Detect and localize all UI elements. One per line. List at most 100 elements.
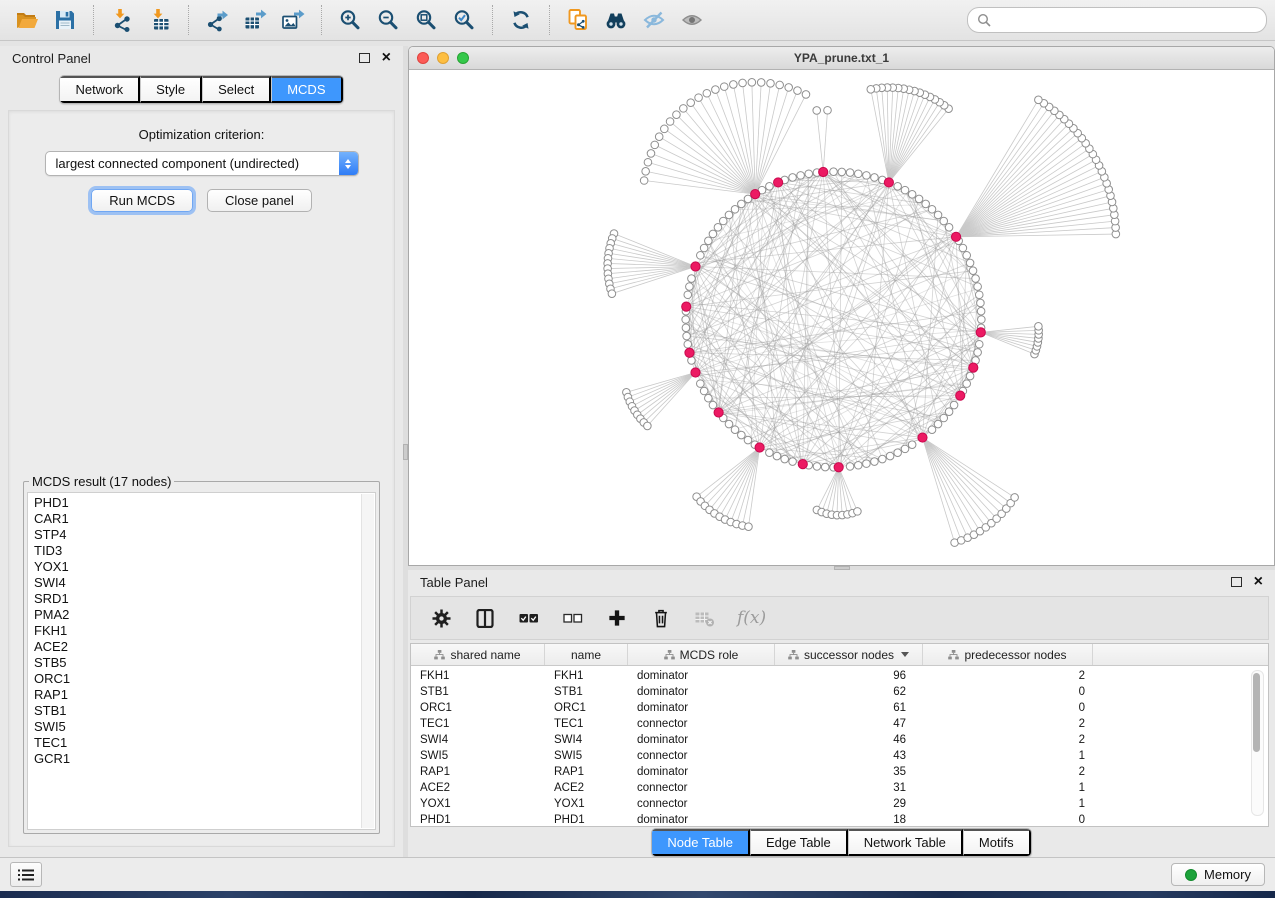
table-row[interactable]: ORC1ORC1dominator610 <box>411 700 1268 716</box>
network-node[interactable] <box>739 79 747 87</box>
result-item[interactable]: CAR1 <box>34 511 359 527</box>
close-window-icon[interactable] <box>417 52 429 64</box>
network-node[interactable] <box>805 170 813 178</box>
network-node[interactable] <box>705 237 713 245</box>
table-cell[interactable]: 2 <box>923 718 1093 730</box>
table-cell[interactable]: 43 <box>775 750 923 762</box>
network-node[interactable] <box>838 168 846 176</box>
table-cell[interactable]: 62 <box>775 686 923 698</box>
result-item[interactable]: TEC1 <box>34 735 359 751</box>
network-node[interactable] <box>928 205 936 213</box>
table-cell[interactable]: connector <box>628 798 775 810</box>
network-node[interactable] <box>879 455 887 463</box>
table-cell[interactable]: dominator <box>628 814 775 826</box>
network-node[interactable] <box>644 422 652 430</box>
import-network-button[interactable] <box>103 4 141 36</box>
table-splitter-handle[interactable] <box>834 566 850 570</box>
network-hub-node[interactable] <box>819 167 828 176</box>
table-cell[interactable]: connector <box>628 718 775 730</box>
network-node[interactable] <box>655 133 663 141</box>
network-node[interactable] <box>978 316 986 324</box>
network-node[interactable] <box>1011 494 1019 502</box>
result-item[interactable]: PMA2 <box>34 607 359 623</box>
network-node[interactable] <box>966 372 974 380</box>
table-row[interactable]: YOX1YOX1connector291 <box>411 796 1268 812</box>
first-neighbors-button[interactable] <box>597 4 635 36</box>
network-node[interactable] <box>789 458 797 466</box>
network-node[interactable] <box>794 87 802 95</box>
network-node[interactable] <box>974 283 982 291</box>
table-settings-button[interactable] <box>429 606 453 630</box>
network-node[interactable] <box>738 200 746 208</box>
network-node[interactable] <box>766 449 774 457</box>
select-all-rows-button[interactable] <box>517 606 541 630</box>
table-cell[interactable]: SWI4 <box>411 734 545 746</box>
show-column-button[interactable] <box>473 606 497 630</box>
network-hub-node[interactable] <box>691 368 700 377</box>
network-node[interactable] <box>966 259 974 267</box>
network-node[interactable] <box>686 283 694 291</box>
delete-row-button[interactable] <box>649 606 673 630</box>
network-node[interactable] <box>714 224 722 232</box>
table-cell[interactable]: ACE2 <box>411 782 545 794</box>
network-node[interactable] <box>666 118 674 126</box>
column-header-predecessor-nodes[interactable]: predecessor nodes <box>923 644 1093 665</box>
network-node[interactable] <box>705 394 713 402</box>
network-node[interactable] <box>963 380 971 388</box>
table-cell[interactable]: ORC1 <box>411 702 545 714</box>
network-node[interactable] <box>934 420 942 428</box>
network-node[interactable] <box>901 445 909 453</box>
tab-style[interactable]: Style <box>140 76 202 103</box>
zoom-selected-button[interactable] <box>445 4 483 36</box>
network-node[interactable] <box>712 86 720 94</box>
table-cell[interactable]: dominator <box>628 686 775 698</box>
network-node[interactable] <box>725 211 733 219</box>
network-node[interactable] <box>813 463 821 471</box>
network-node[interactable] <box>854 508 862 516</box>
column-header-successor-nodes[interactable]: successor nodes <box>775 644 923 665</box>
network-node[interactable] <box>846 463 854 471</box>
network-node[interactable] <box>959 244 967 252</box>
open-file-button[interactable] <box>8 4 46 36</box>
network-node[interactable] <box>977 299 985 307</box>
network-node[interactable] <box>972 275 980 283</box>
table-cell[interactable]: FKH1 <box>411 670 545 682</box>
network-node[interactable] <box>975 291 983 299</box>
result-item[interactable]: RAP1 <box>34 687 359 703</box>
network-hub-node[interactable] <box>751 190 760 199</box>
table-cell[interactable]: 2 <box>923 670 1093 682</box>
network-node[interactable] <box>863 172 871 180</box>
panel-splitter[interactable] <box>403 46 408 857</box>
table-cell[interactable]: 18 <box>775 814 923 826</box>
export-image-button[interactable] <box>274 4 312 36</box>
criterion-dropdown[interactable]: largest connected component (undirected) <box>45 151 359 176</box>
table-cell[interactable]: 96 <box>775 670 923 682</box>
result-item[interactable]: ORC1 <box>34 671 359 687</box>
network-node[interactable] <box>684 340 692 348</box>
table-cell[interactable]: connector <box>628 750 775 762</box>
network-node[interactable] <box>731 426 739 434</box>
result-item[interactable]: YOX1 <box>34 559 359 575</box>
table-row[interactable]: STB1STB1dominator620 <box>411 684 1268 700</box>
network-node[interactable] <box>901 186 909 194</box>
network-node[interactable] <box>945 408 953 416</box>
network-node[interactable] <box>720 83 728 91</box>
result-item[interactable]: SWI4 <box>34 575 359 591</box>
network-node[interactable] <box>871 458 879 466</box>
network-node[interactable] <box>640 177 648 185</box>
table-cell[interactable]: YOX1 <box>545 798 628 810</box>
network-hub-node[interactable] <box>918 433 927 442</box>
table-cell[interactable]: dominator <box>628 670 775 682</box>
table-row[interactable]: SWI4SWI4dominator462 <box>411 732 1268 748</box>
network-node[interactable] <box>922 200 930 208</box>
network-node[interactable] <box>608 290 616 298</box>
delete-table-button[interactable] <box>693 606 717 630</box>
network-node[interactable] <box>748 79 756 87</box>
network-node[interactable] <box>680 105 688 113</box>
network-node[interactable] <box>781 455 789 463</box>
network-node[interactable] <box>697 252 705 260</box>
mcds-result-list[interactable]: PHD1CAR1STP4TID3YOX1SWI4SRD1PMA2FKH1ACE2… <box>27 492 376 830</box>
table-cell[interactable]: STB1 <box>545 686 628 698</box>
network-hub-node[interactable] <box>969 363 978 372</box>
tab-network-table[interactable]: Network Table <box>848 829 963 856</box>
